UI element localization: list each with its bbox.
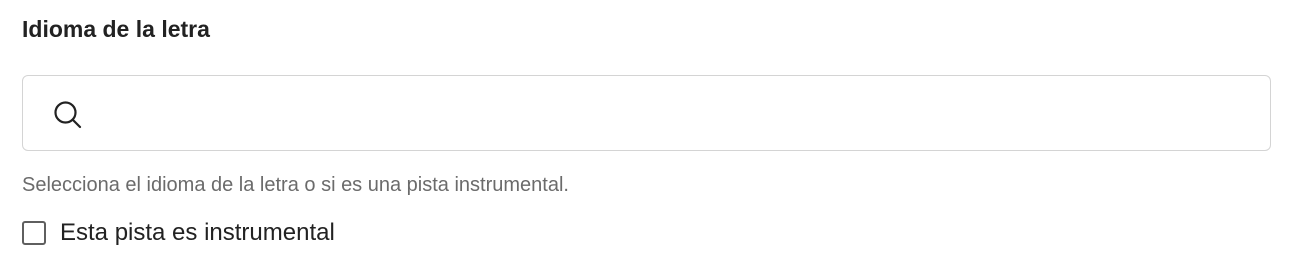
helper-text: Selecciona el idioma de la letra o si es… xyxy=(22,174,569,196)
instrumental-checkbox-row[interactable]: Esta pista es instrumental xyxy=(22,217,335,249)
instrumental-checkbox[interactable] xyxy=(22,221,46,245)
instrumental-checkbox-label[interactable]: Esta pista es instrumental xyxy=(60,217,335,249)
language-search-box[interactable] xyxy=(22,75,1271,151)
search-icon xyxy=(53,100,83,130)
language-search-input[interactable] xyxy=(101,76,1251,150)
field-label: Idioma de la letra xyxy=(22,16,210,42)
